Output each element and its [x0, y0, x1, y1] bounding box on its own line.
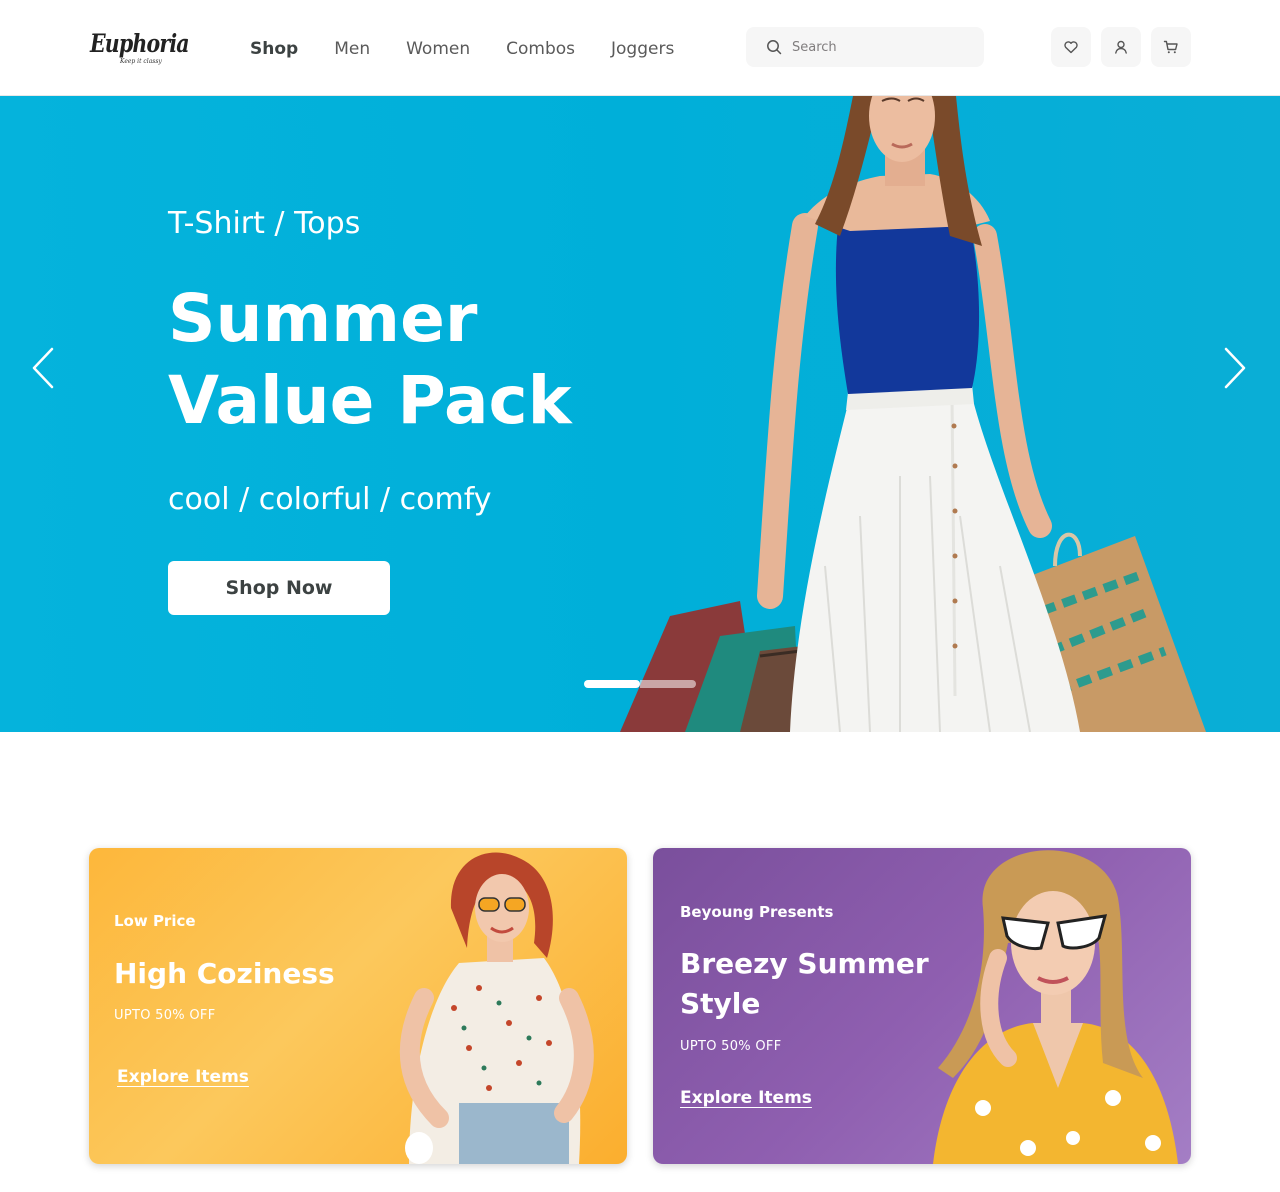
nav-item-men[interactable]: Men [334, 39, 370, 59]
chevron-left-icon[interactable] [28, 346, 58, 390]
hero-banner: T-Shirt / Tops Summer Value Pack cool / … [0, 96, 1280, 732]
nav-item-joggers[interactable]: Joggers [611, 39, 674, 59]
promo-offer: UPTO 50% OFF [114, 1008, 216, 1023]
shop-now-button[interactable]: Shop Now [168, 561, 390, 615]
wishlist-button[interactable] [1051, 27, 1091, 67]
hero-title: Summer Value Pack [168, 278, 572, 442]
user-icon [1115, 40, 1127, 54]
carousel-indicator [584, 680, 696, 688]
nav-item-combos[interactable]: Combos [506, 39, 575, 59]
promo-model-image [399, 852, 594, 1164]
nav-item-shop[interactable]: Shop [250, 39, 298, 59]
cart-icon [1163, 40, 1178, 54]
nav-item-women[interactable]: Women [406, 39, 470, 59]
promo-card-high-coziness[interactable]: Low Price High Coziness UPTO 50% OFF Exp… [89, 848, 627, 1164]
promo-title-line2: Style [680, 987, 761, 1020]
promo-offer: UPTO 50% OFF [680, 1039, 782, 1054]
brand-tagline: Keep it classy [120, 58, 162, 65]
hero-model-image [620, 96, 1206, 732]
heart-icon [1064, 41, 1078, 54]
brand-name: Euphoria [90, 29, 190, 58]
hero-title-line2: Value Pack [168, 362, 572, 439]
explore-items-link[interactable]: Explore Items [680, 1088, 812, 1108]
hero-title-line1: Summer [168, 280, 478, 357]
cart-button[interactable] [1151, 27, 1191, 67]
carousel-dot[interactable] [640, 680, 696, 688]
account-button[interactable] [1101, 27, 1141, 67]
explore-items-link[interactable]: Explore Items [117, 1067, 249, 1087]
promo-title: High Coziness [114, 957, 335, 990]
promo-title-line1: Breezy Summer [680, 947, 929, 980]
search-box [746, 27, 984, 67]
site-header: Euphoria Keep it classy Shop Men Women C… [0, 0, 1280, 96]
carousel-dot-active[interactable] [584, 680, 640, 688]
promo-model-image [933, 850, 1178, 1164]
search-input[interactable] [792, 39, 972, 55]
search-icon [767, 40, 782, 55]
main-nav: Shop Men Women Combos Joggers [250, 36, 710, 62]
promo-card-breezy-summer[interactable]: Beyoung Presents Breezy Summer Style UPT… [653, 848, 1191, 1164]
hero-eyebrow: T-Shirt / Tops [168, 206, 361, 241]
chevron-right-icon[interactable] [1220, 346, 1250, 390]
promo-eyebrow: Beyoung Presents [680, 903, 834, 921]
brand-logo[interactable]: Euphoria Keep it classy [90, 29, 190, 70]
hero-subtitle: cool / colorful / comfy [168, 482, 492, 517]
promo-eyebrow: Low Price [114, 912, 196, 930]
